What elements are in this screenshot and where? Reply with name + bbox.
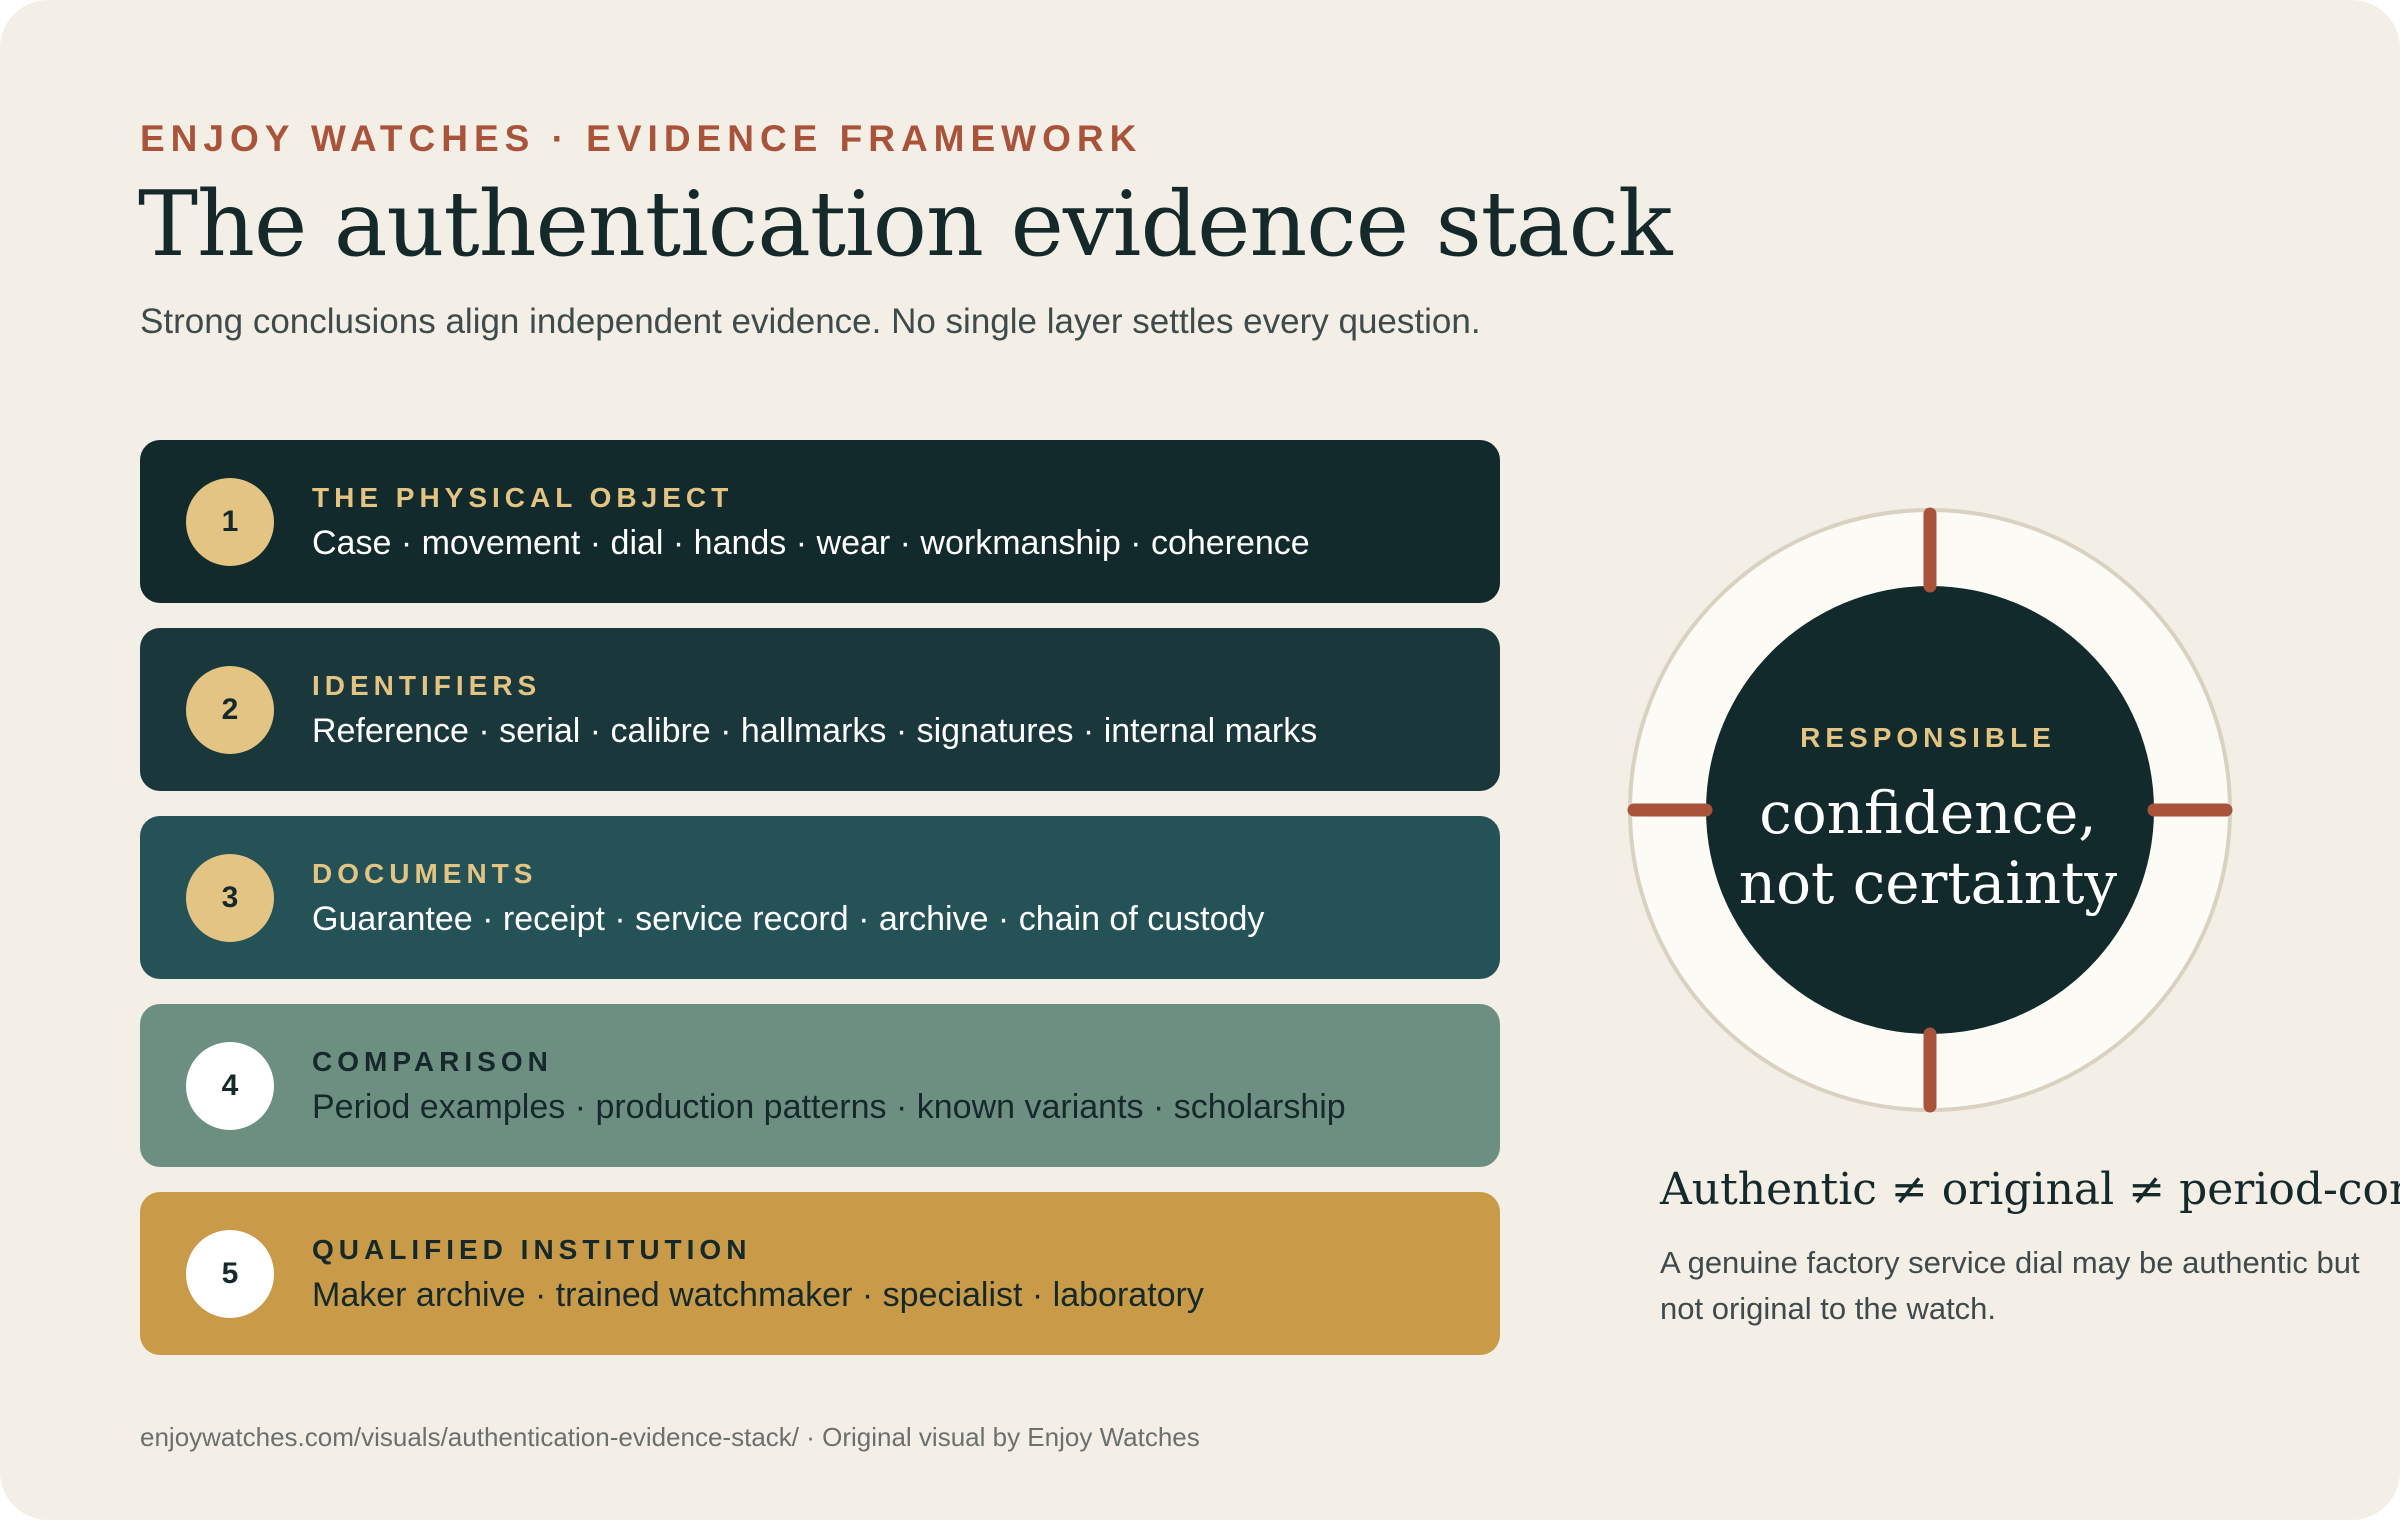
layer-number-badge: 1 bbox=[186, 478, 274, 566]
footer-credit: enjoywatches.com/visuals/authentication-… bbox=[140, 1422, 1200, 1452]
eyebrow: ENJOY WATCHES · EVIDENCE FRAMEWORK bbox=[140, 118, 1143, 159]
authenticity-formula: Authentic ≠ original ≠ period-correct bbox=[1660, 1164, 2400, 1215]
evidence-layer-documents: 3 DOCUMENTS Guarantee · receipt · servic… bbox=[140, 816, 1500, 979]
dial-eyebrow: RESPONSIBLE bbox=[1800, 722, 2056, 753]
layer-items: Period examples · production patterns · … bbox=[312, 1088, 1346, 1126]
layer-number-badge: 3 bbox=[186, 854, 274, 942]
page-subtitle: Strong conclusions align independent evi… bbox=[140, 302, 1481, 341]
layer-number-badge: 4 bbox=[186, 1042, 274, 1130]
layer-label: COMPARISON bbox=[312, 1046, 553, 1077]
layer-label: QUALIFIED INSTITUTION bbox=[312, 1234, 752, 1265]
dial-statement-line-2: not certainty bbox=[1738, 849, 2118, 917]
layer-items: Reference · serial · calibre · hallmarks… bbox=[312, 712, 1318, 750]
layer-label: THE PHYSICAL OBJECT bbox=[312, 482, 734, 513]
evidence-layer-physical-object: 1 THE PHYSICAL OBJECT Case · movement · … bbox=[140, 440, 1500, 603]
layer-label: IDENTIFIERS bbox=[312, 670, 542, 701]
evidence-layer-identifiers: 2 IDENTIFIERS Reference · serial · calib… bbox=[140, 628, 1500, 791]
page-title: The authentication evidence stack bbox=[138, 172, 1673, 277]
layer-items: Case · movement · dial · hands · wear · … bbox=[312, 524, 1310, 562]
layer-number-badge: 5 bbox=[186, 1230, 274, 1318]
evidence-layer-comparison: 4 COMPARISON Period examples · productio… bbox=[140, 1004, 1500, 1167]
authenticity-note: A genuine factory service dial may be au… bbox=[1660, 1245, 2360, 1326]
layer-items: Guarantee · receipt · service record · a… bbox=[312, 900, 1265, 938]
dial-statement: confidence, not certainty bbox=[1708, 778, 2148, 918]
infographic-canvas: ENJOY WATCHES · EVIDENCE FRAMEWORK The a… bbox=[0, 0, 2400, 1520]
evidence-layer-qualified-institution: 5 QUALIFIED INSTITUTION Maker archive · … bbox=[140, 1192, 1500, 1355]
layer-items: Maker archive · trained watchmaker · spe… bbox=[312, 1276, 1204, 1314]
layer-number-badge: 2 bbox=[186, 666, 274, 754]
dial-statement-line-1: confidence, bbox=[1759, 779, 2097, 847]
evidence-stack: 1 THE PHYSICAL OBJECT Case · movement · … bbox=[140, 440, 1500, 1380]
layer-label: DOCUMENTS bbox=[312, 858, 538, 889]
